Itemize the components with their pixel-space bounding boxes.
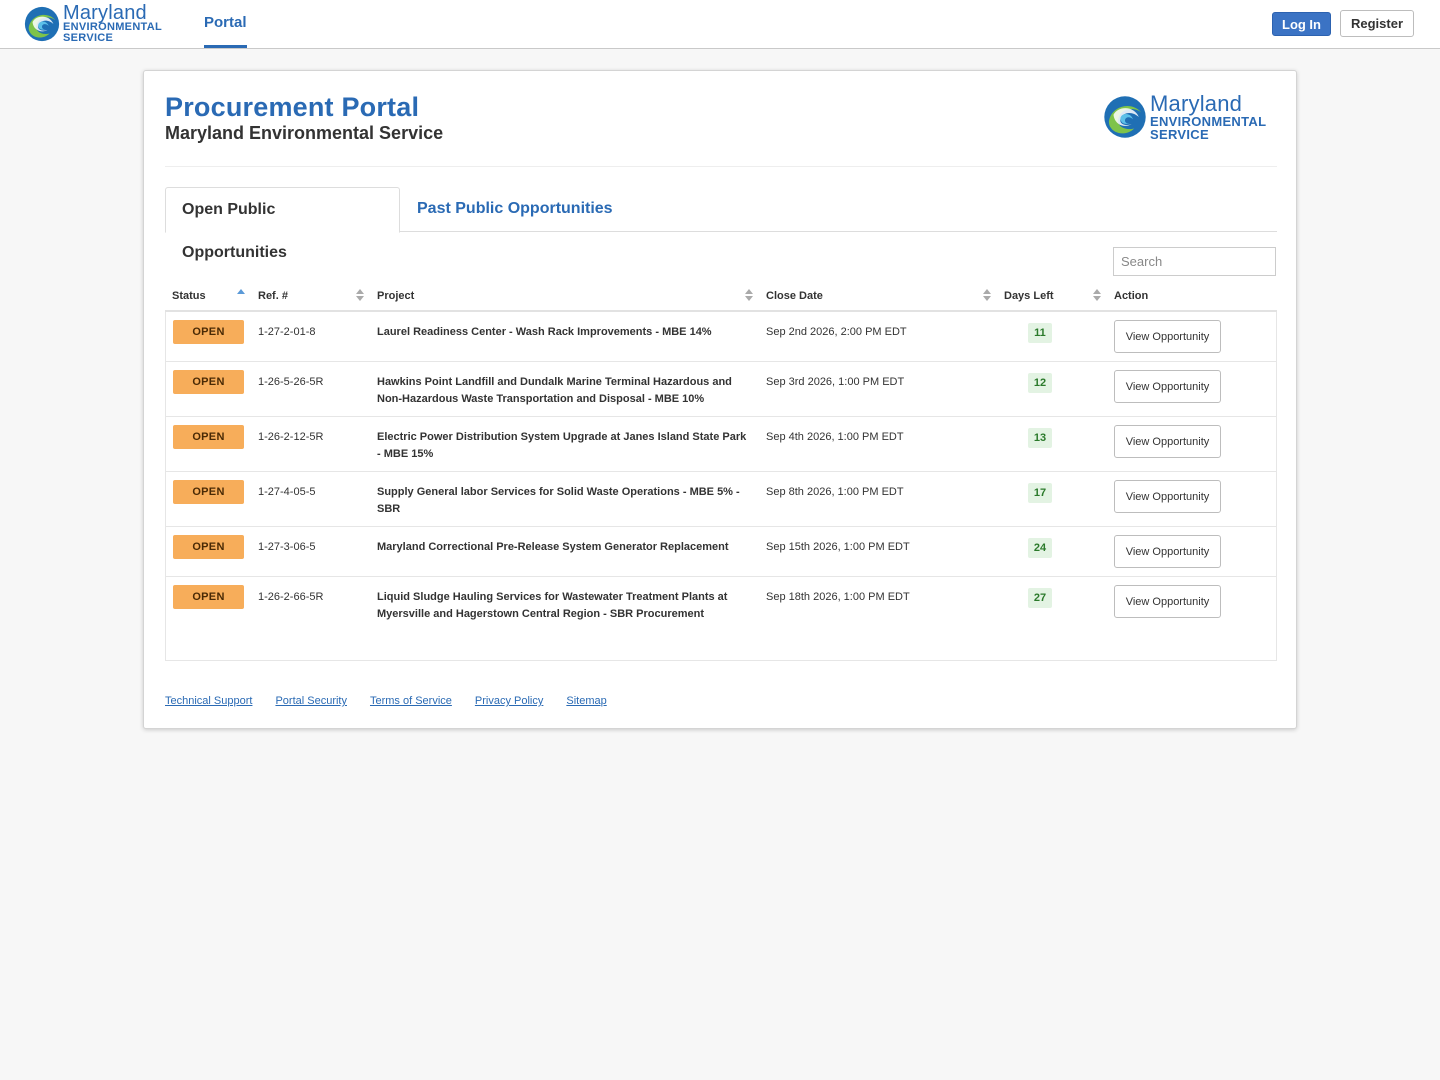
close-date: Sep 18th 2026, 1:00 PM EDT <box>766 591 910 603</box>
sort-icon[interactable] <box>745 289 753 303</box>
column-label: Status <box>172 289 206 302</box>
opportunity-tabs: Open Public Opportunities Past Public Op… <box>165 187 1277 261</box>
footer-links: Technical Support Portal Security Terms … <box>165 695 607 707</box>
project-name: Maryland Correctional Pre-Release System… <box>377 541 729 553</box>
table-row: OPEN 1-27-2-01-8 Laurel Readiness Center… <box>165 311 1277 362</box>
ref-number: 1-27-2-01-8 <box>258 326 316 338</box>
sort-icon[interactable] <box>1093 289 1101 303</box>
column-header-ref[interactable]: Ref. # <box>251 281 370 312</box>
days-left-badge: 13 <box>1028 428 1052 448</box>
brand-word-maryland: Maryland <box>63 2 147 24</box>
column-label: Project <box>377 289 415 302</box>
days-left-badge: 17 <box>1028 483 1052 503</box>
footer-link-portal-security[interactable]: Portal Security <box>275 695 347 707</box>
mes-swirl-icon <box>24 6 60 42</box>
footer-link-sitemap[interactable]: Sitemap <box>566 695 606 707</box>
table-border-bottom <box>165 660 1277 661</box>
table-row: OPEN 1-26-5-26-5R Hawkins Point Landfill… <box>165 362 1277 417</box>
project-name: Hawkins Point Landfill and Dundalk Marin… <box>377 376 732 405</box>
status-badge: OPEN <box>173 480 244 504</box>
ref-number: 1-26-2-12-5R <box>258 431 324 443</box>
ref-number: 1-27-3-06-5 <box>258 541 316 553</box>
close-date: Sep 8th 2026, 1:00 PM EDT <box>766 486 904 498</box>
column-label: Ref. # <box>258 289 288 302</box>
days-left-badge: 27 <box>1028 588 1052 608</box>
status-badge: OPEN <box>173 535 244 559</box>
ref-number: 1-26-5-26-5R <box>258 376 324 388</box>
logo-word-maryland: Maryland <box>1150 91 1243 116</box>
table-row: OPEN 1-26-2-66-5R Liquid Sludge Hauling … <box>165 577 1277 632</box>
column-label: Days Left <box>1004 289 1054 302</box>
view-opportunity-button[interactable]: View Opportunity <box>1114 535 1221 568</box>
project-name: Laurel Readiness Center - Wash Rack Impr… <box>377 326 712 338</box>
close-date: Sep 15th 2026, 1:00 PM EDT <box>766 541 910 553</box>
login-button[interactable]: Log In <box>1272 12 1331 36</box>
column-label: Action <box>1114 289 1149 302</box>
table-border-right <box>1276 312 1277 661</box>
nav-portal-link[interactable]: Portal <box>204 0 247 48</box>
close-date: Sep 4th 2026, 1:00 PM EDT <box>766 431 904 443</box>
status-badge: OPEN <box>173 320 244 344</box>
column-header-project[interactable]: Project <box>370 281 759 312</box>
view-opportunity-button[interactable]: View Opportunity <box>1114 480 1221 513</box>
sort-asc-icon[interactable] <box>237 289 245 303</box>
close-date: Sep 2nd 2026, 2:00 PM EDT <box>766 326 907 338</box>
view-opportunity-button[interactable]: View Opportunity <box>1114 425 1221 458</box>
days-left-badge: 11 <box>1028 323 1052 343</box>
column-header-close-date[interactable]: Close Date <box>759 281 997 312</box>
footer-link-terms-of-service[interactable]: Terms of Service <box>370 695 452 707</box>
brand-logo-link[interactable]: Maryland ENVIRONMENTAL SERVICE <box>23 3 162 45</box>
table-row: OPEN 1-27-3-06-5 Maryland Correctional P… <box>165 527 1277 577</box>
status-badge: OPEN <box>173 585 244 609</box>
footer-link-privacy-policy[interactable]: Privacy Policy <box>475 695 543 707</box>
column-label: Close Date <box>766 289 823 302</box>
view-opportunity-button[interactable]: View Opportunity <box>1114 585 1221 618</box>
page-subtitle: Maryland Environmental Service <box>165 123 444 143</box>
footer-link-technical-support[interactable]: Technical Support <box>165 695 252 707</box>
mes-swirl-icon <box>1104 96 1146 138</box>
register-button[interactable]: Register <box>1340 10 1414 37</box>
tab-past-opportunities[interactable]: Past Public Opportunities <box>401 187 629 232</box>
status-badge: OPEN <box>173 425 244 449</box>
ref-number: 1-27-4-05-5 <box>258 486 316 498</box>
top-navbar: Maryland ENVIRONMENTAL SERVICE Portal Lo… <box>0 0 1440 49</box>
table-row: OPEN 1-27-4-05-5 Supply General labor Se… <box>165 472 1277 527</box>
project-name: Supply General labor Services for Solid … <box>377 486 740 515</box>
opportunities-table: Status Ref. # Project Close Date Days Le… <box>165 281 1277 631</box>
procurement-card: Procurement Portal Maryland Environmenta… <box>143 70 1297 729</box>
header-divider <box>165 166 1277 167</box>
card-logo: Maryland ENVIRONMENTAL SERVICE <box>1102 93 1266 141</box>
project-name: Liquid Sludge Hauling Services for Waste… <box>377 591 728 620</box>
sort-icon[interactable] <box>356 289 364 303</box>
brand-word-service: SERVICE <box>63 32 114 44</box>
project-name: Electric Power Distribution System Upgra… <box>377 431 747 460</box>
column-header-days-left[interactable]: Days Left <box>997 281 1107 312</box>
page-title: Procurement Portal <box>165 92 420 122</box>
column-header-status[interactable]: Status <box>165 281 251 312</box>
table-border-left <box>165 312 166 661</box>
sort-icon[interactable] <box>983 289 991 303</box>
table-header-row: Status Ref. # Project Close Date Days Le… <box>165 281 1277 312</box>
status-badge: OPEN <box>173 370 244 394</box>
column-header-action: Action <box>1107 281 1277 312</box>
days-left-badge: 12 <box>1028 373 1052 393</box>
view-opportunity-button[interactable]: View Opportunity <box>1114 370 1221 403</box>
table-row: OPEN 1-26-2-12-5R Electric Power Distrib… <box>165 417 1277 472</box>
close-date: Sep 3rd 2026, 1:00 PM EDT <box>766 376 905 388</box>
logo-word-service: SERVICE <box>1150 127 1209 142</box>
days-left-badge: 24 <box>1028 538 1052 558</box>
search-input[interactable] <box>1113 247 1276 276</box>
tab-open-opportunities[interactable]: Open Public Opportunities <box>165 187 400 261</box>
view-opportunity-button[interactable]: View Opportunity <box>1114 320 1221 353</box>
ref-number: 1-26-2-66-5R <box>258 591 324 603</box>
